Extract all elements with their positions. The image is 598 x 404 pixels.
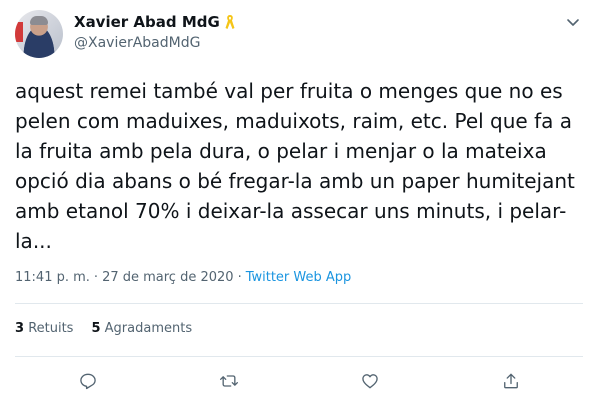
meta-separator: · — [237, 270, 242, 285]
avatar-background-detail — [15, 22, 23, 42]
heart-icon — [362, 374, 378, 389]
display-name[interactable]: Xavier Abad MdG — [74, 13, 220, 31]
reply-button[interactable] — [73, 366, 103, 396]
tweet-meta: 11:41 p. m. · 27 de març de 2020 · Twitt… — [15, 270, 351, 285]
share-button[interactable] — [496, 366, 526, 396]
share-icon — [504, 373, 518, 389]
name-row: Xavier Abad MdG — [74, 13, 236, 31]
tweet-actions — [15, 366, 583, 396]
avatar-hair — [30, 16, 48, 25]
likes-stat[interactable]: 5 Agradaments — [91, 321, 192, 336]
divider — [15, 356, 583, 357]
retweets-count: 3 — [15, 321, 25, 336]
avatar[interactable] — [15, 10, 63, 58]
tweet-text: aquest remei també val per fruita o meng… — [15, 79, 582, 253]
likes-count: 5 — [91, 321, 101, 336]
tweet-header: Xavier Abad MdG @XavierAbadMdG — [15, 10, 583, 60]
tweet-time[interactable]: 11:41 p. m. — [15, 270, 90, 285]
chevron-down-icon[interactable] — [565, 14, 581, 30]
retweet-button[interactable] — [214, 366, 244, 396]
reply-icon — [80, 373, 96, 390]
retweets-stat[interactable]: 3 Retuits — [15, 321, 73, 336]
meta-separator: · — [93, 270, 99, 285]
retweet-icon — [220, 375, 238, 387]
tweet-date[interactable]: 27 de març de 2020 — [102, 270, 234, 285]
user-handle[interactable]: @XavierAbadMdG — [74, 35, 200, 51]
like-button[interactable] — [355, 366, 385, 396]
tweet-stats: 3 Retuits 5 Agradaments — [15, 321, 192, 336]
yellow-ribbon-icon — [224, 14, 236, 30]
divider — [15, 303, 583, 304]
likes-label: Agradaments — [104, 321, 193, 336]
tweet-source-link[interactable]: Twitter Web App — [246, 270, 352, 285]
retweets-label: Retuits — [28, 321, 74, 336]
